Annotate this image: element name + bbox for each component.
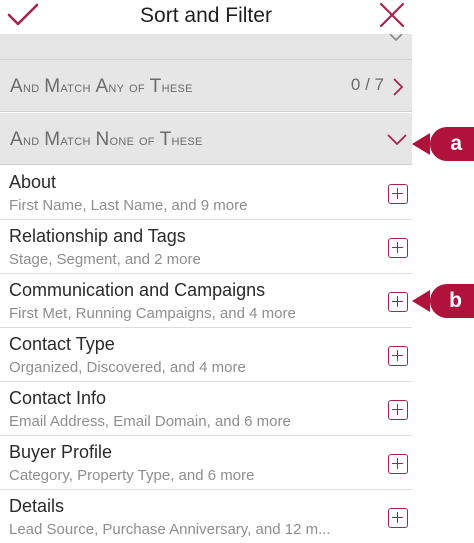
chevron-right-icon bbox=[393, 78, 404, 96]
chevron-down-icon bbox=[387, 134, 407, 146]
plus-icon[interactable] bbox=[388, 238, 408, 258]
margin-area bbox=[412, 0, 474, 543]
callout-a: a bbox=[412, 127, 474, 161]
list-item[interactable]: Buyer Profile Category, Property Type, a… bbox=[0, 436, 412, 490]
callout-b: b bbox=[412, 284, 474, 318]
plus-icon[interactable] bbox=[388, 508, 408, 528]
item-subtitle: First Name, Last Name, and 9 more bbox=[9, 197, 248, 214]
list-item[interactable]: Details Lead Source, Purchase Anniversar… bbox=[0, 490, 412, 543]
section-label: And Match None of These bbox=[10, 129, 203, 150]
list-item[interactable]: About First Name, Last Name, and 9 more bbox=[0, 166, 412, 220]
plus-icon[interactable] bbox=[388, 454, 408, 474]
callout-label: a bbox=[450, 132, 462, 155]
section-match-none[interactable]: And Match None of These bbox=[0, 113, 412, 165]
item-name: Contact Info bbox=[9, 388, 107, 408]
plus-icon[interactable] bbox=[388, 292, 408, 312]
item-name: Contact Type bbox=[9, 334, 115, 354]
sort-filter-panel: Sort and Filter And Match Any of These 0… bbox=[0, 0, 412, 543]
callout-label: b bbox=[449, 289, 462, 312]
list-item[interactable]: Relationship and Tags Stage, Segment, an… bbox=[0, 220, 412, 274]
plus-icon[interactable] bbox=[388, 400, 408, 420]
list-item[interactable]: Contact Info Email Address, Email Domain… bbox=[0, 382, 412, 436]
plus-icon[interactable] bbox=[388, 184, 408, 204]
list-item[interactable]: Contact Type Organized, Discovered, and … bbox=[0, 328, 412, 382]
section-count: 0 / 7 bbox=[350, 75, 384, 94]
section-label: And Match Any of These bbox=[10, 76, 193, 97]
page-title: Sort and Filter bbox=[140, 4, 272, 27]
plus-icon[interactable] bbox=[388, 346, 408, 366]
close-icon[interactable] bbox=[378, 1, 406, 29]
header: Sort and Filter bbox=[0, 0, 412, 34]
callout-pointer bbox=[412, 133, 430, 155]
previous-section-remnant[interactable] bbox=[0, 34, 412, 60]
item-name: Details bbox=[9, 496, 65, 516]
section-match-any[interactable]: And Match Any of These 0 / 7 bbox=[0, 60, 412, 112]
item-name: Communication and Campaigns bbox=[9, 280, 266, 300]
item-name: About bbox=[9, 172, 57, 192]
item-subtitle: Stage, Segment, and 2 more bbox=[9, 251, 201, 268]
item-subtitle: Email Address, Email Domain, and 6 more bbox=[9, 413, 291, 430]
chevron-down-icon bbox=[389, 34, 403, 42]
item-subtitle: First Met, Running Campaigns, and 4 more bbox=[9, 305, 296, 322]
item-subtitle: Lead Source, Purchase Anniversary, and 1… bbox=[9, 521, 331, 538]
item-subtitle: Category, Property Type, and 6 more bbox=[9, 467, 255, 484]
callout-pointer bbox=[412, 290, 430, 312]
item-subtitle: Organized, Discovered, and 4 more bbox=[9, 359, 246, 376]
item-name: Buyer Profile bbox=[9, 442, 113, 462]
list-item[interactable]: Communication and Campaigns First Met, R… bbox=[0, 274, 412, 328]
item-name: Relationship and Tags bbox=[9, 226, 186, 246]
